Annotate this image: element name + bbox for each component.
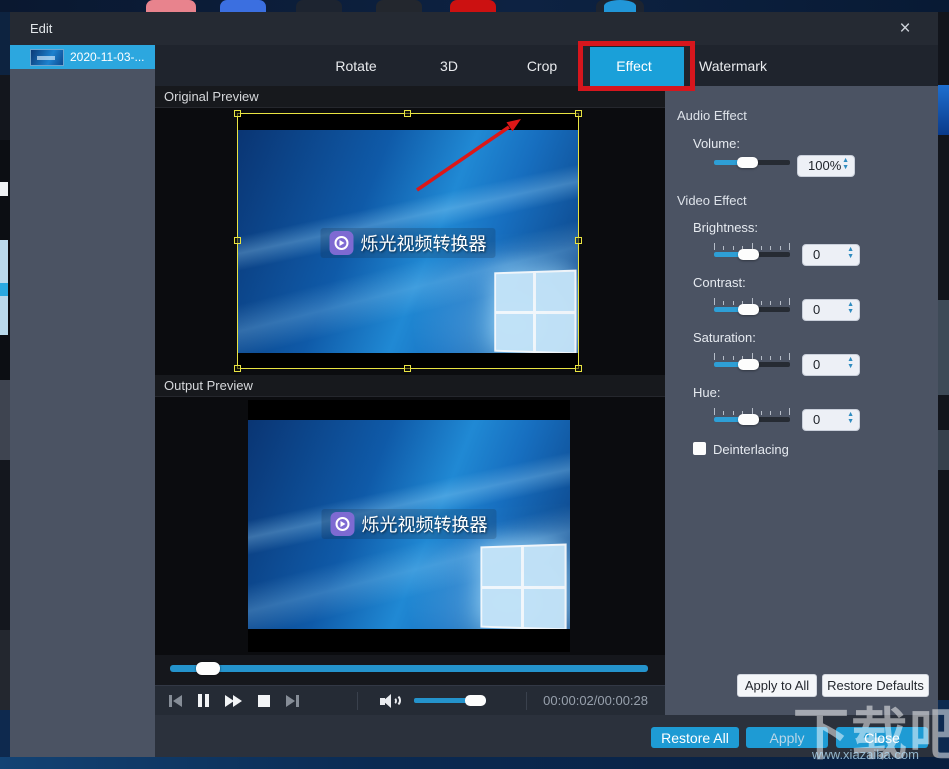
tab-3d[interactable]: 3D [426,45,472,86]
spin-down-icon[interactable]: ▼ [847,363,854,370]
skip-start-icon [173,695,182,707]
contrast-label: Contrast: [693,275,746,290]
dialog-title: Edit [10,21,52,36]
player-volume-thumb[interactable] [465,695,486,706]
file-name: 2020-11-03-... [70,50,145,64]
video-effect-title: Video Effect [677,193,747,208]
brightness-value-box[interactable]: 0 ▲▼ [802,244,860,266]
speaker-icon [380,693,398,709]
tab-crop[interactable]: Crop [513,45,571,86]
annotation-red-box [578,41,695,91]
spin-up-icon[interactable]: ▲ [847,246,854,253]
background-app-icon [376,0,422,12]
contrast-slider-thumb[interactable] [738,304,759,315]
volume-label: Volume: [693,136,740,151]
seek-bar[interactable] [170,665,648,672]
spin-up-icon[interactable]: ▲ [847,411,854,418]
annotation-arrow [155,108,665,375]
close-icon[interactable]: × [890,12,920,45]
audio-effect-title: Audio Effect [677,108,747,123]
desktop-background-top [0,0,949,12]
saturation-value-box[interactable]: 0 ▲▼ [802,354,860,376]
video-watermark-text: 烁光视频转换器 [362,511,488,537]
divider [357,692,358,710]
hue-value: 0 [813,412,820,427]
brightness-value: 0 [813,247,820,262]
tab-bar: Rotate 3D Crop Effect Watermark [155,45,938,86]
divider [526,692,527,710]
spin-up-icon[interactable]: ▲ [842,157,849,164]
spin-up-icon[interactable]: ▲ [847,301,854,308]
volume-value: 100% [808,158,841,173]
windows-logo [480,543,566,629]
stop-button[interactable] [250,686,278,716]
hue-value-box[interactable]: 0 ▲▼ [802,409,860,431]
screen: Edit × 2020-11-03-... Rotate 3D Crop Eff… [0,0,949,769]
output-video-frame: 烁光视频转换器 [248,400,570,652]
contrast-value-box[interactable]: 0 ▲▼ [802,299,860,321]
skip-end-icon [286,695,295,707]
background-left-strip [0,12,10,757]
next-frame-button[interactable] [278,686,307,716]
hue-slider-thumb[interactable] [738,414,759,425]
background-app-icon [296,0,342,12]
deinterlacing-checkbox[interactable] [693,442,706,455]
saturation-value: 0 [813,357,820,372]
video-watermark: 烁光视频转换器 [322,509,497,539]
stop-icon [258,695,270,707]
pause-button[interactable] [190,686,217,716]
contrast-value: 0 [813,302,820,317]
restore-all-button[interactable]: Restore All [651,727,739,748]
output-preview-label: Output Preview [155,375,665,397]
mute-button[interactable] [372,686,406,716]
volume-value-box[interactable]: 100% ▲▼ [797,155,855,177]
effects-panel: Audio Effect Volume: 100% ▲▼ Video Effec… [665,86,938,715]
saturation-label: Saturation: [693,330,756,345]
file-list-sidebar: 2020-11-03-... [10,45,155,757]
dialog-header: Edit × [10,12,938,45]
background-app-icon [604,0,636,12]
deinterlacing-label: Deinterlacing [713,442,789,457]
spin-up-icon[interactable]: ▲ [847,356,854,363]
spin-down-icon[interactable]: ▼ [842,164,849,171]
player-volume-slider[interactable] [414,698,486,703]
brightness-slider-thumb[interactable] [738,249,759,260]
site-watermark-url: www.xiazaiba.com [812,747,919,762]
background-app-icon [450,0,496,12]
saturation-slider-thumb[interactable] [738,359,759,370]
video-thumbnail [30,49,64,66]
playback-controls: 00:00:02/00:00:28 [155,685,665,715]
background-app-icon [146,0,196,12]
seek-bar-row [155,655,665,685]
background-app-icon [220,0,266,12]
background-right-strip [938,12,949,757]
preview-column: Original Preview 烁光视频转换器 [155,86,665,715]
hue-label: Hue: [693,385,720,400]
spin-down-icon[interactable]: ▼ [847,253,854,260]
tab-rotate[interactable]: Rotate [321,45,390,86]
tab-watermark[interactable]: Watermark [685,45,781,86]
volume-slider-thumb[interactable] [737,157,758,168]
seek-thumb[interactable] [196,662,220,675]
spin-down-icon[interactable]: ▼ [847,308,854,315]
original-preview-area: 烁光视频转换器 [155,108,665,375]
fast-forward-button[interactable] [217,686,250,716]
previous-frame-button[interactable] [161,686,190,716]
file-list-item-selected[interactable]: 2020-11-03-... [10,45,155,69]
spin-down-icon[interactable]: ▼ [847,418,854,425]
pause-icon [198,694,202,707]
video-wallpaper: 烁光视频转换器 [248,420,570,629]
brightness-label: Brightness: [693,220,758,235]
playback-time: 00:00:02/00:00:28 [543,686,648,716]
converter-app-icon [331,512,355,536]
output-preview-area: 烁光视频转换器 [155,397,665,655]
